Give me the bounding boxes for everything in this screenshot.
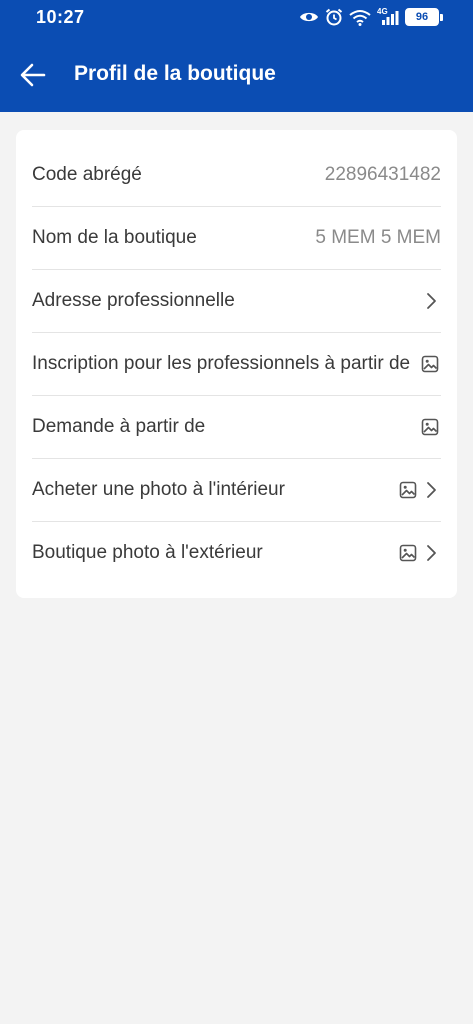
row-short-code: Code abrégé 22896431482	[32, 144, 441, 207]
status-bar: 10:27 4G 96	[0, 0, 473, 36]
page-title: Profil de la boutique	[74, 62, 276, 85]
row-label: Acheter une photo à l'intérieur	[32, 479, 285, 500]
alarm-icon	[325, 8, 343, 26]
row-exterior-photo[interactable]: Boutique photo à l'extérieur	[32, 522, 441, 584]
row-label: Inscription pour les professionnels à pa…	[32, 353, 411, 374]
wifi-icon	[349, 9, 371, 26]
row-request-from[interactable]: Demande à partir de	[32, 396, 441, 459]
chevron-right-icon	[427, 482, 436, 498]
eye-icon	[300, 12, 318, 22]
row-label: Nom de la boutique	[32, 227, 197, 248]
image-icon	[399, 481, 417, 499]
shop-profile-card: Code abrégé 22896431482 Nom de la boutiq…	[16, 130, 457, 598]
header-row: Profil de la boutique	[0, 50, 473, 102]
battery-level: 96	[405, 8, 439, 26]
row-label: Boutique photo à l'extérieur	[32, 542, 263, 563]
back-button[interactable]	[18, 60, 54, 92]
battery-icon: 96	[405, 8, 443, 26]
cellular-signal-icon: 4G	[377, 7, 399, 26]
status-time: 10:27	[36, 7, 85, 27]
row-label: Code abrégé	[32, 164, 142, 185]
row-professional-registration[interactable]: Inscription pour les professionnels à pa…	[32, 333, 441, 396]
chevron-right-icon	[427, 293, 436, 309]
chevron-right-icon	[427, 545, 436, 561]
app-header: 10:27 4G 96 Profil de la boutique	[0, 0, 473, 112]
row-value: 5 MEM 5 MEM	[315, 227, 441, 248]
row-business-address[interactable]: Adresse professionnelle	[32, 270, 441, 333]
row-interior-photo[interactable]: Acheter une photo à l'intérieur	[32, 459, 441, 522]
row-label: Adresse professionnelle	[32, 290, 235, 311]
arrow-left-icon	[20, 63, 46, 87]
image-icon	[421, 355, 439, 373]
row-shop-name[interactable]: Nom de la boutique 5 MEM 5 MEM	[32, 207, 441, 270]
image-icon	[399, 544, 417, 562]
row-value: 22896431482	[324, 164, 441, 185]
row-label: Demande à partir de	[32, 416, 206, 437]
image-icon	[421, 418, 439, 436]
status-icons: 4G 96	[299, 7, 443, 26]
